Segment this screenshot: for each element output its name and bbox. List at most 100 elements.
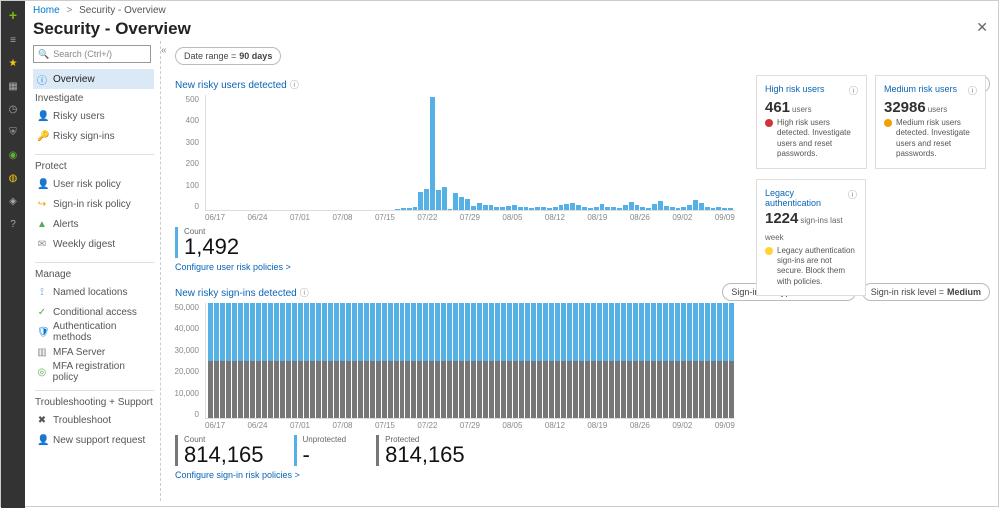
bar[interactable]: [687, 303, 692, 418]
bar[interactable]: [220, 303, 225, 418]
sidebar-item-alerts[interactable]: ▲Alerts: [33, 214, 154, 234]
rail-tag-icon[interactable]: ◈: [9, 196, 17, 207]
bar[interactable]: [418, 192, 423, 210]
bar[interactable]: [471, 206, 476, 210]
bar[interactable]: [729, 303, 734, 418]
bar[interactable]: [728, 208, 733, 210]
bar[interactable]: [483, 205, 488, 210]
bar[interactable]: [646, 208, 651, 210]
bar[interactable]: [429, 303, 434, 418]
bar[interactable]: [405, 303, 410, 418]
bar[interactable]: [238, 303, 243, 418]
bar[interactable]: [723, 303, 728, 418]
bar[interactable]: [214, 303, 219, 418]
sidebar-item-mfa-reg-policy[interactable]: ◎MFA registration policy: [33, 362, 154, 382]
rail-clock-icon[interactable]: ◷: [9, 104, 18, 115]
bar[interactable]: [722, 208, 727, 210]
bar[interactable]: [559, 205, 564, 210]
bar[interactable]: [597, 303, 602, 418]
rail-dash-icon[interactable]: ▦: [8, 81, 17, 92]
card-high-risk-users[interactable]: High risk usersⓘ 461users High risk user…: [756, 75, 867, 169]
bar[interactable]: [531, 303, 536, 418]
bar[interactable]: [471, 303, 476, 418]
bar[interactable]: [459, 303, 464, 418]
bar[interactable]: [547, 208, 552, 210]
sidebar-item-named-locations[interactable]: ⟟Named locations: [33, 282, 154, 302]
bar[interactable]: [424, 189, 429, 210]
bar[interactable]: [633, 303, 638, 418]
bar[interactable]: [681, 207, 686, 210]
bar[interactable]: [417, 303, 422, 418]
bar[interactable]: [286, 303, 291, 418]
bar[interactable]: [621, 303, 626, 418]
sidebar-item-risky-signins[interactable]: 🔑Risky sign-ins: [33, 126, 154, 146]
bar[interactable]: [268, 303, 273, 418]
bar[interactable]: [611, 207, 616, 210]
info-icon[interactable]: ⓘ: [968, 84, 977, 97]
bar[interactable]: [585, 303, 590, 418]
sidebar-item-conditional-access[interactable]: ✓Conditional access: [33, 302, 154, 322]
bar[interactable]: [370, 303, 375, 418]
bar[interactable]: [693, 303, 698, 418]
bar[interactable]: [564, 204, 569, 210]
bar[interactable]: [232, 303, 237, 418]
bar[interactable]: [605, 207, 610, 210]
bar[interactable]: [400, 303, 405, 418]
bar[interactable]: [250, 303, 255, 418]
info-icon[interactable]: ⓘ: [300, 288, 309, 298]
bar[interactable]: [518, 207, 523, 210]
bar[interactable]: [262, 303, 267, 418]
bar[interactable]: [579, 303, 584, 418]
rail-globe-icon[interactable]: ◉: [9, 150, 18, 161]
bar[interactable]: [519, 303, 524, 418]
bar[interactable]: [512, 205, 517, 210]
bar[interactable]: [477, 303, 482, 418]
bar[interactable]: [525, 303, 530, 418]
bar[interactable]: [600, 204, 605, 210]
bar[interactable]: [535, 207, 540, 210]
bar[interactable]: [465, 199, 470, 211]
rail-help-icon[interactable]: ?: [10, 219, 16, 230]
bar[interactable]: [553, 207, 558, 210]
bar[interactable]: [501, 303, 506, 418]
bar[interactable]: [292, 303, 297, 418]
bar[interactable]: [541, 207, 546, 210]
bar[interactable]: [244, 303, 249, 418]
bar[interactable]: [711, 303, 716, 418]
bar[interactable]: [346, 303, 351, 418]
bar[interactable]: [494, 207, 499, 210]
bar[interactable]: [664, 206, 669, 210]
bar[interactable]: [591, 303, 596, 418]
card-medium-risk-users[interactable]: Medium risk usersⓘ 32986users Medium ris…: [875, 75, 986, 169]
bar[interactable]: [411, 303, 416, 418]
bar[interactable]: [609, 303, 614, 418]
card-legacy-auth[interactable]: Legacy authenticationⓘ 1224sign-ins last…: [756, 179, 866, 297]
bar[interactable]: [298, 303, 303, 418]
sidebar-item-mfa-server[interactable]: ▥MFA Server: [33, 342, 154, 362]
bar[interactable]: [489, 205, 494, 210]
collapse-sidebar-icon[interactable]: «: [161, 45, 167, 56]
bar[interactable]: [693, 200, 698, 210]
bar[interactable]: [543, 303, 548, 418]
bar[interactable]: [699, 303, 704, 418]
bar[interactable]: [442, 187, 447, 210]
bar[interactable]: [506, 206, 511, 210]
bar[interactable]: [561, 303, 566, 418]
bar[interactable]: [322, 303, 327, 418]
sidebar-item-troubleshoot[interactable]: ✖Troubleshoot: [33, 410, 154, 430]
bar[interactable]: [716, 207, 721, 210]
bar[interactable]: [711, 208, 716, 210]
bar[interactable]: [226, 303, 231, 418]
date-range-filter[interactable]: Date range =90 days: [175, 47, 281, 65]
bar[interactable]: [376, 303, 381, 418]
bar[interactable]: [394, 303, 399, 418]
bar[interactable]: [639, 303, 644, 418]
bar[interactable]: [413, 207, 418, 210]
bar[interactable]: [495, 303, 500, 418]
bar[interactable]: [567, 303, 572, 418]
bar[interactable]: [645, 303, 650, 418]
crumb-home[interactable]: Home: [33, 5, 60, 16]
bar[interactable]: [500, 207, 505, 210]
bar[interactable]: [658, 201, 663, 210]
bar[interactable]: [304, 303, 309, 418]
